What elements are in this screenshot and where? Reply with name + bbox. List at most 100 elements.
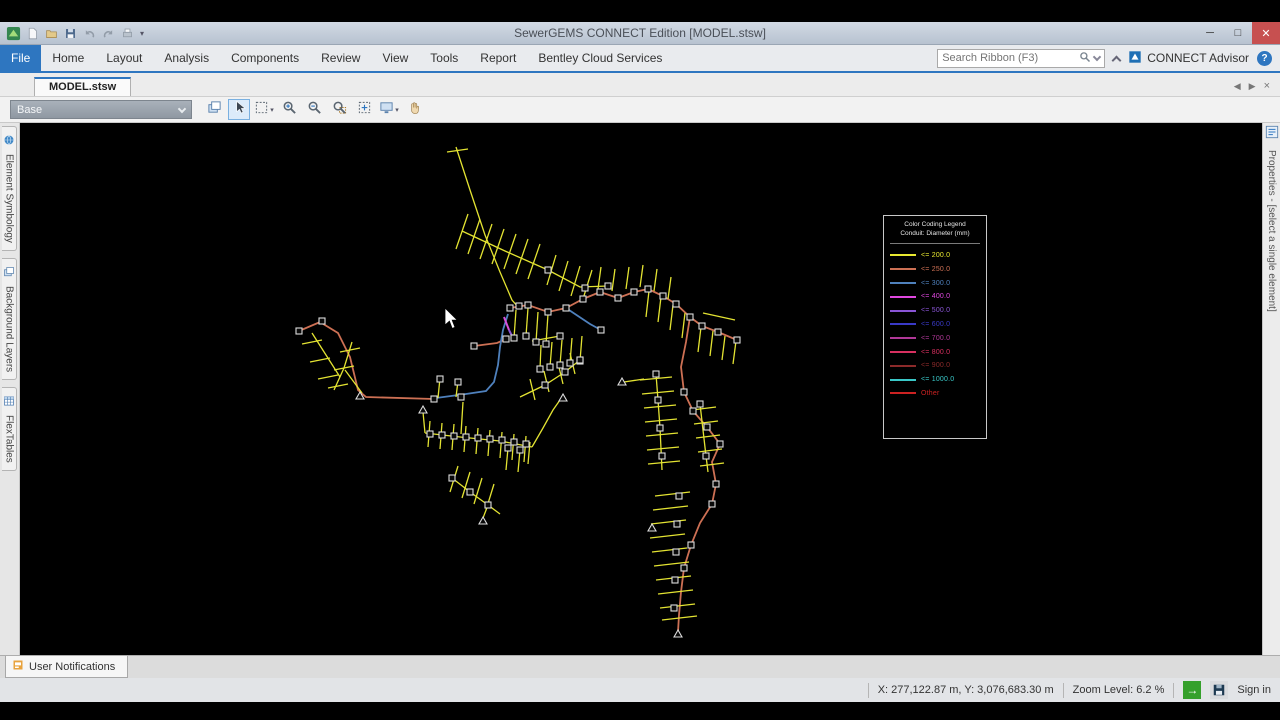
ribbon-tab-layout[interactable]: Layout xyxy=(95,45,153,71)
open-icon[interactable] xyxy=(43,25,59,41)
legend-entry: <= 400.0 xyxy=(890,290,980,304)
print-icon[interactable] xyxy=(119,25,135,41)
pan-icon xyxy=(407,100,422,120)
legend-swatch xyxy=(890,337,916,340)
status-bar: X: 277,122.87 m, Y: 3,076,683.30 m Zoom … xyxy=(0,678,1280,702)
ribbon-tab-file[interactable]: File xyxy=(0,45,42,71)
app-icon[interactable] xyxy=(5,25,21,41)
legend-label: <= 250.0 xyxy=(921,265,951,273)
caret-down-icon[interactable]: ▾ xyxy=(395,106,399,114)
tab-close-icon[interactable]: × xyxy=(1264,80,1270,92)
legend-title-line2: Conduit: Diameter (mm) xyxy=(900,229,970,237)
application-window: ▾ SewerGEMS CONNECT Edition [MODEL.stsw]… xyxy=(0,0,1280,720)
legend-entry: <= 200.0 xyxy=(890,249,980,263)
tab-scroll-left-icon[interactable]: ◀ xyxy=(1234,81,1241,92)
ribbon-tab-components[interactable]: Components xyxy=(220,45,310,71)
named-views-button[interactable]: ▾ xyxy=(378,99,400,120)
document-tab-bar: MODEL.stsw ◀ ▶ × xyxy=(0,73,1280,97)
zoom-extents-button[interactable] xyxy=(353,99,375,120)
legend-swatch xyxy=(890,268,916,271)
legend-divider xyxy=(890,242,980,244)
user-notifications-tab[interactable]: User Notifications xyxy=(5,656,129,678)
ribbon-tab-view[interactable]: View xyxy=(371,45,419,71)
zoom-level-readout: Zoom Level: 6.2 % xyxy=(1072,684,1165,696)
caret-down-icon[interactable]: ▾ xyxy=(270,106,274,114)
legend-label: <= 900.0 xyxy=(921,362,951,370)
status-divider xyxy=(867,682,869,698)
zoom-in-button[interactable] xyxy=(278,99,300,120)
element-symbology-button[interactable] xyxy=(203,99,225,120)
legend-swatch xyxy=(890,351,916,353)
undo-icon[interactable] xyxy=(81,25,97,41)
properties-panel-icon[interactable] xyxy=(1265,125,1279,144)
ribbon-tab-bentley-cloud-services[interactable]: Bentley Cloud Services xyxy=(527,45,673,71)
globe-icon xyxy=(3,134,15,149)
sync-button[interactable]: → xyxy=(1183,681,1202,699)
legend-entry: <= 600.0 xyxy=(890,318,980,332)
dock-tab-background-layers[interactable]: Background Layers xyxy=(2,257,17,381)
ribbon-right-tools: CONNECT Advisor ? xyxy=(937,45,1280,71)
legend-entry: <= 700.0 xyxy=(890,331,980,345)
legend-entry: Other xyxy=(890,387,980,401)
collapse-ribbon-icon[interactable] xyxy=(1111,55,1122,65)
sign-in-link[interactable]: Sign in xyxy=(1237,684,1271,696)
legend-entry: <= 250.0 xyxy=(890,262,980,276)
toolbar-buttons: ▾ ▾ xyxy=(203,99,425,120)
user-notifications-icon xyxy=(12,659,24,674)
dock-tab-flextables[interactable]: FlexTables xyxy=(2,387,17,471)
status-divider xyxy=(1062,682,1064,698)
ribbon-tab-tools[interactable]: Tools xyxy=(419,45,469,71)
redo-icon[interactable] xyxy=(100,25,116,41)
quick-access-caret-icon[interactable]: ▾ xyxy=(135,29,144,38)
tab-scroll-right-icon[interactable]: ▶ xyxy=(1249,81,1256,92)
maximize-button[interactable]: □ xyxy=(1224,22,1252,44)
pan-button[interactable] xyxy=(403,99,425,120)
ribbon-tab-report[interactable]: Report xyxy=(469,45,527,71)
dock-tab-label: FlexTables xyxy=(3,415,15,463)
ribbon-tab-analysis[interactable]: Analysis xyxy=(153,45,220,71)
selection-shape-icon xyxy=(254,100,269,120)
legend-swatch xyxy=(890,254,916,257)
window-title: SewerGEMS CONNECT Edition [MODEL.stsw] xyxy=(514,26,766,40)
legend-swatch xyxy=(890,323,916,326)
zoom-window-button[interactable] xyxy=(328,99,350,120)
drawing-canvas[interactable]: Color Coding Legend Conduit: Diameter (m… xyxy=(20,123,1262,655)
document-tab-nav: ◀ ▶ × xyxy=(1234,80,1280,96)
dock-tab-element-symbology[interactable]: Element Symbology xyxy=(2,126,17,251)
ribbon-search-input[interactable] xyxy=(942,52,1077,64)
window-controls: ─ □ ✕ xyxy=(1196,22,1280,44)
legend-label: <= 400.0 xyxy=(921,293,951,301)
element-symbology-icon xyxy=(207,100,222,120)
legend-swatch xyxy=(890,378,916,381)
color-coding-legend: Color Coding Legend Conduit: Diameter (m… xyxy=(883,215,987,439)
search-dropdown-icon[interactable] xyxy=(1092,52,1102,62)
close-button[interactable]: ✕ xyxy=(1252,22,1280,44)
save-icon[interactable] xyxy=(62,25,78,41)
named-views-icon xyxy=(379,100,394,120)
legend-entry: <= 300.0 xyxy=(890,276,980,290)
dock-tab-label: Background Layers xyxy=(3,285,15,373)
selection-shape-button[interactable]: ▾ xyxy=(253,99,275,120)
legend-label: <= 300.0 xyxy=(921,279,951,287)
ribbon-tab-review[interactable]: Review xyxy=(310,45,371,71)
connect-advisor-button[interactable]: CONNECT Advisor xyxy=(1128,50,1249,67)
select-tool-button[interactable] xyxy=(228,99,250,120)
scenario-dropdown[interactable]: Base xyxy=(10,100,192,119)
ribbon-tab-home[interactable]: Home xyxy=(41,45,95,71)
save-status-icon[interactable] xyxy=(1210,681,1229,699)
zoom-out-button[interactable] xyxy=(303,99,325,120)
new-document-icon[interactable] xyxy=(24,25,40,41)
ribbon-tabs: File Home Layout Analysis Components Review Vi… xyxy=(0,45,673,71)
legend-label: <= 800.0 xyxy=(921,348,951,356)
properties-tab[interactable]: Properties - [select a single element] xyxy=(1266,150,1277,312)
main-area: Element Symbology Background Layers FlexTa… xyxy=(0,123,1280,655)
document-tab-model[interactable]: MODEL.stsw xyxy=(34,77,132,96)
scenario-value: Base xyxy=(17,103,43,116)
zoom-extents-icon xyxy=(357,100,372,120)
legend-entry: <= 1000.0 xyxy=(890,373,980,387)
legend-entry: <= 900.0 xyxy=(890,359,980,373)
dock-tab-label: Element Symbology xyxy=(3,154,15,243)
minimize-button[interactable]: ─ xyxy=(1196,22,1224,44)
help-icon[interactable]: ? xyxy=(1257,50,1272,66)
search-icon[interactable] xyxy=(1079,51,1091,66)
